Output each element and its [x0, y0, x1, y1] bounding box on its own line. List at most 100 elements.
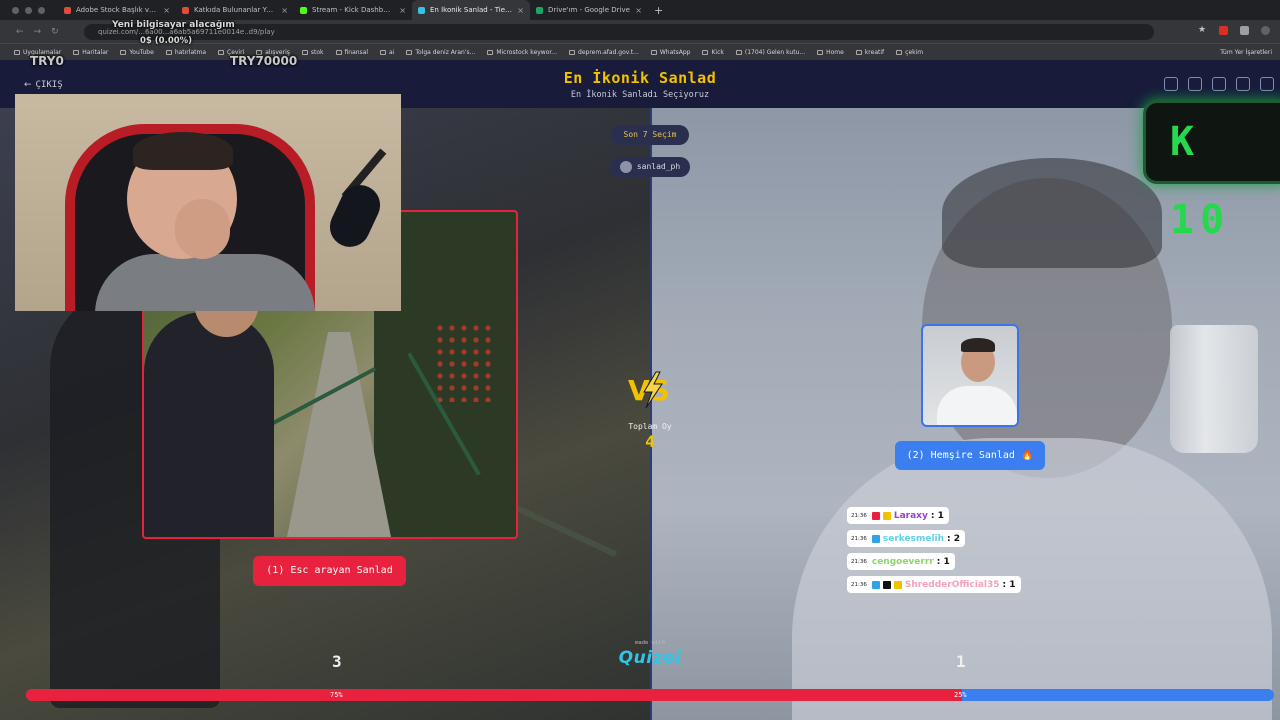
bookmark-icon — [165, 49, 172, 55]
chat-username: Laraxy — [893, 510, 928, 521]
bookmark-label: Haritalar — [82, 48, 109, 56]
streamer-webcam — [15, 94, 401, 311]
goal-progress: 0$ (0.00%) — [140, 36, 193, 46]
bookmark-item[interactable]: (1704) Gelen kutu... — [735, 48, 806, 56]
back-icon[interactable]: ← — [16, 27, 24, 37]
total-votes-count: 4 — [645, 432, 655, 451]
total-votes-label: Toplam Oy — [628, 422, 672, 431]
bookmark-icon — [487, 49, 494, 55]
tab-title: Stream - Kick Dashboard — [312, 6, 395, 14]
right-option-button[interactable]: (2) Hemşire Sanlad 🔥 — [895, 441, 1045, 470]
extension-icon[interactable] — [1240, 26, 1249, 35]
tab-title: Adobe Stock Başlık ve Hashtag — [76, 6, 158, 14]
creator-name: sanlad_ph — [636, 162, 681, 171]
bookmark-item[interactable]: Microstock keywor... — [487, 49, 557, 56]
extension-icon-red[interactable] — [1219, 26, 1228, 35]
chat-time: 21:36 — [851, 512, 867, 519]
chat-vote-row: 21:36 cengoeverrr: 1 — [847, 553, 955, 570]
browser-tab[interactable]: En İkonik Sanlad - Tier List, H × — [412, 0, 530, 20]
star-icon[interactable]: ★ — [1198, 26, 1207, 35]
creator-badge[interactable]: sanlad_ph — [610, 157, 690, 177]
bookmark-icon — [735, 49, 742, 55]
bookmark-item[interactable]: kreatif — [855, 48, 885, 56]
bookmark-item[interactable]: Tolga deniz Aran's... — [406, 49, 475, 56]
bookmark-label: ai — [389, 48, 395, 56]
browser-tab-bar: Adobe Stock Başlık ve Hashtag×Katkıda Bu… — [0, 0, 1280, 20]
bookmark-icon — [855, 49, 862, 55]
browser-tab[interactable]: Adobe Stock Başlık ve Hashtag × — [58, 0, 176, 20]
tab-title: En İkonik Sanlad - Tier List, H — [430, 6, 512, 14]
left-percent: 75% — [330, 691, 343, 699]
tab-close-icon[interactable]: × — [281, 6, 288, 15]
bookmark-icon — [406, 49, 413, 55]
window-controls[interactable] — [0, 6, 58, 14]
url-field[interactable]: quizei.com/...6a00...a6ab5a69711e0014e..… — [84, 24, 1154, 40]
right-option-image[interactable] — [921, 324, 1019, 427]
chat-vote: : 2 — [947, 533, 961, 544]
tab-close-icon[interactable]: × — [635, 6, 642, 15]
bookmark-label: stok — [310, 48, 324, 56]
right-percent: 25% — [954, 691, 967, 699]
bookmark-item[interactable]: Haritalar — [73, 49, 108, 56]
send-icon[interactable] — [1212, 77, 1226, 91]
bookmark-item[interactable]: Home — [817, 49, 844, 56]
profile-icon[interactable] — [1261, 26, 1270, 35]
bookmark-label: kreatif — [864, 48, 885, 56]
chat-badge-icon — [871, 580, 880, 589]
chat-badge-icon — [871, 511, 880, 520]
all-bookmarks[interactable]: Tüm Yer İşaretleri — [1220, 49, 1280, 56]
goal-title: Yeni bilgisayar alacağım — [112, 20, 235, 30]
browser-tab[interactable]: Drive'ım - Google Drive × — [530, 0, 648, 20]
bookmark-item[interactable]: stok — [301, 48, 324, 56]
reload-icon[interactable]: ↻ — [51, 27, 59, 37]
chat-time: 21:36 — [851, 535, 867, 542]
chat-vote-row: 21:36 ShredderOfficial35: 1 — [847, 576, 1021, 593]
flag-icon[interactable] — [1236, 77, 1250, 91]
bookmark-label: WhatsApp — [659, 48, 691, 56]
eye-icon[interactable] — [1164, 77, 1178, 91]
glass-decoration — [1170, 325, 1258, 453]
bookmark-item[interactable]: finansal — [335, 49, 368, 56]
bookmark-icon — [14, 49, 20, 55]
vs-icon: VS — [628, 371, 670, 409]
bookmark-item[interactable]: hatırlatma — [165, 49, 206, 56]
round-badge: Son 7 Seçim — [611, 125, 689, 145]
chat-vote: : 1 — [930, 510, 944, 521]
chat-badge-icon — [871, 534, 880, 543]
tab-favicon-icon — [536, 6, 543, 14]
chat-time: 21:36 — [851, 581, 867, 588]
bookmark-label: (1704) Gelen kutu... — [744, 48, 806, 56]
chat-badge-icon — [882, 580, 891, 589]
bookmark-item[interactable]: Kick — [702, 49, 724, 56]
goal-start: TRY0 — [30, 54, 64, 68]
link-icon[interactable] — [1188, 77, 1202, 91]
bookmark-icon — [218, 49, 224, 55]
tab-close-icon[interactable]: × — [163, 6, 170, 15]
bookmark-icon — [569, 49, 576, 55]
bookmark-icon — [73, 49, 80, 55]
bookmark-item[interactable]: ai — [380, 49, 394, 56]
chat-username: serkesmelih — [882, 533, 945, 544]
chat-votes: 21:36 Laraxy: 1 21:36 serkesmelih: 2 21:36 ce… — [847, 507, 1021, 599]
chat-badge-icon — [893, 580, 902, 589]
bookmark-item[interactable]: deprem.afad.gov.t... — [569, 49, 639, 56]
nav-buttons: ← → ↻ — [0, 27, 84, 37]
quizei-logo[interactable]: Quizei — [600, 648, 700, 668]
quiz-title: En İkonik Sanlad — [563, 69, 717, 87]
fullscreen-icon[interactable] — [1260, 77, 1274, 91]
bookmark-icon — [380, 49, 387, 55]
tab-close-icon[interactable]: × — [399, 6, 406, 15]
left-option-button[interactable]: (1) Esc arayan Sanlad — [253, 556, 406, 586]
new-tab-button[interactable]: + — [648, 4, 663, 17]
bookmark-item[interactable]: WhatsApp — [650, 48, 691, 56]
header-actions — [1164, 77, 1274, 91]
forward-icon[interactable]: → — [34, 27, 42, 37]
bookmark-item[interactable]: çekim — [896, 49, 923, 56]
address-bar-icons: ★ — [1198, 26, 1270, 35]
bookmark-label: YouTube — [129, 48, 154, 56]
browser-tab[interactable]: Katkıda Bulunanlar Yüklemeleri × — [176, 0, 294, 20]
browser-tab[interactable]: Stream - Kick Dashboard × — [294, 0, 412, 20]
tab-close-icon[interactable]: × — [517, 6, 524, 15]
made-with-label: made with — [635, 640, 665, 646]
bookmark-item[interactable]: YouTube — [120, 48, 154, 56]
